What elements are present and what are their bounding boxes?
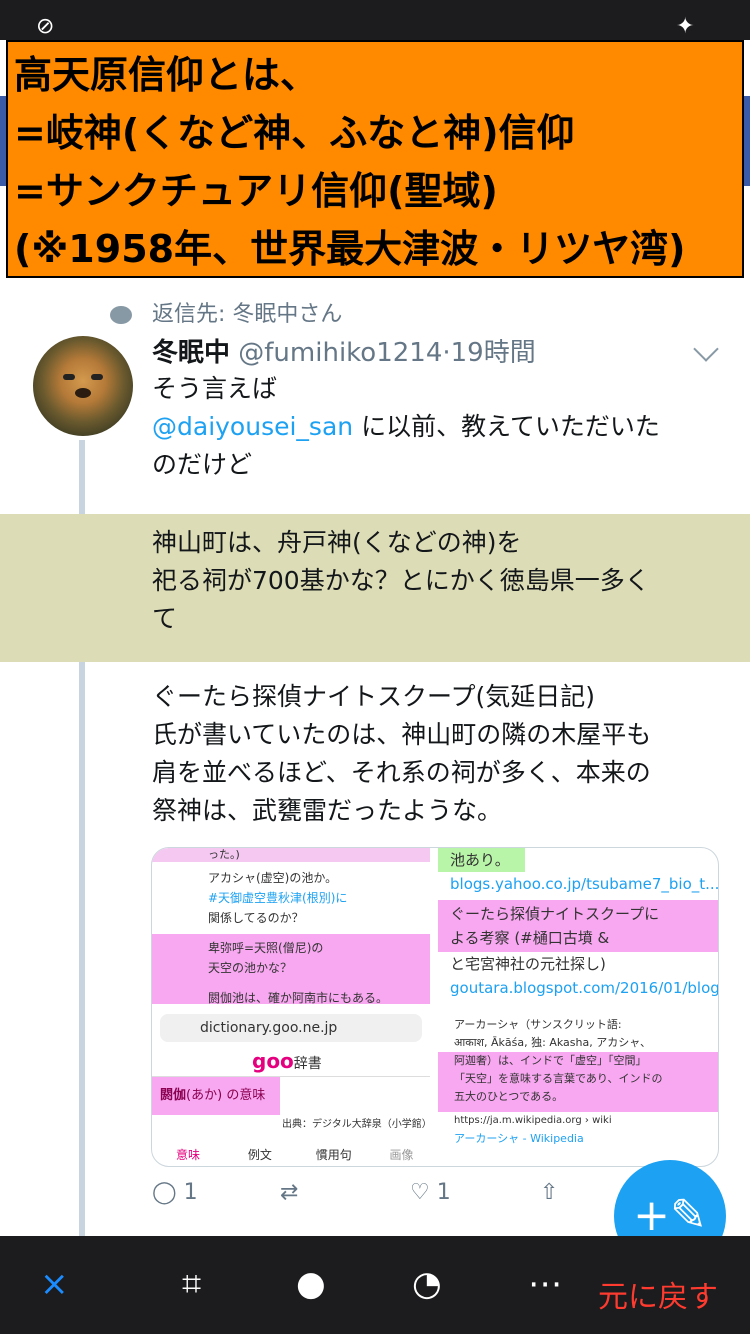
media-image-1[interactable]: った。) アカシャ(虚空)の池か。 #天御虚空豊秋津(根別)に 関係してるのか？… xyxy=(152,848,430,1004)
reply-context[interactable]: 返信先: 冬眠中さん xyxy=(110,296,342,328)
chevron-down-icon[interactable] xyxy=(693,336,719,362)
reply-button[interactable]: ◯ 1 xyxy=(152,1180,198,1220)
overlay-line: =サンクチュアリ信仰(聖域) xyxy=(14,169,498,213)
filters-icon[interactable]: ● xyxy=(296,1264,326,1304)
crop-rotate-icon[interactable]: ⌗ xyxy=(182,1264,201,1304)
tweet-text: そう言えば @daiyousei_san に以前、教えていただいた のだけど xyxy=(152,374,660,479)
reply-icon: ◯ xyxy=(152,1180,177,1205)
user-handle[interactable]: @fumihiko1214 xyxy=(238,338,442,368)
like-button[interactable]: ♡ 1 xyxy=(410,1180,451,1220)
overlay-line: =岐神(くなど神、ふなと神)信仰 xyxy=(14,111,575,155)
media-grid[interactable]: った。) アカシャ(虚空)の池か。 #天御虚空豊秋津(根別)に 関係してるのか？… xyxy=(151,847,719,1167)
media-image-3[interactable]: dictionary.goo.ne.jp goo辞書 閼伽(あか) の意味 出典… xyxy=(152,1010,430,1166)
tweet-text-paragraph: ぐーたら探偵ナイトスクープ(気延日記) 氏が書いていたのは、神山町の隣の木屋平も… xyxy=(152,682,652,825)
tweet-header: 冬眠中 @fumihiko1214·19時間 xyxy=(152,338,536,368)
speech-bubble-icon xyxy=(110,306,132,324)
text-annotation-overlay: 高天原信仰とは、 =岐神(くなど神、ふなと神)信仰 =サンクチュアリ信仰(聖域)… xyxy=(6,40,744,278)
tweet-time[interactable]: 19時間 xyxy=(451,338,536,368)
auto-enhance-icon: ✦ xyxy=(676,14,695,39)
heart-icon: ♡ xyxy=(410,1180,430,1205)
restore-button[interactable]: 元に戻す xyxy=(598,1272,718,1316)
avatar[interactable] xyxy=(33,336,133,436)
like-count: 1 xyxy=(436,1180,451,1205)
adjust-dial-icon[interactable]: ◔ xyxy=(412,1264,442,1304)
compose-feather-icon: +✎ xyxy=(633,1190,707,1241)
media-image-2[interactable]: 池あり。 blogs.yahoo.co.jp/tsubame7_bio_t...… xyxy=(438,848,718,1004)
retweet-icon: ⇄ xyxy=(280,1180,299,1205)
status-bar: ⊘ ✦ xyxy=(0,0,750,40)
more-options-icon[interactable]: ⋯ xyxy=(528,1264,562,1304)
reply-count: 1 xyxy=(183,1180,198,1205)
share-button[interactable]: ⇧ xyxy=(540,1180,558,1220)
media-image-4[interactable]: アーカーシャ（サンスクリット語: आकाश, Ākāśa, 独: Akasha,… xyxy=(438,1010,718,1166)
mention-link[interactable]: @daiyousei_san xyxy=(152,412,353,441)
cancel-button[interactable]: × xyxy=(40,1264,69,1304)
url-bar: dictionary.goo.ne.jp xyxy=(160,1014,422,1042)
retweet-button[interactable]: ⇄ xyxy=(280,1180,298,1220)
overlay-line: 高天原信仰とは、 xyxy=(14,53,319,97)
share-icon: ⇧ xyxy=(540,1180,559,1205)
eye-off-icon: ⊘ xyxy=(36,14,55,39)
display-name[interactable]: 冬眠中 xyxy=(152,338,230,368)
tweet-text-highlighted: 神山町は、舟戸神(くなどの神)を 祀る祠が700基かな？とにかく徳島県一多く て xyxy=(152,528,650,633)
overlay-line: (※1958年、世界最大津波・リツヤ湾) xyxy=(14,227,686,271)
